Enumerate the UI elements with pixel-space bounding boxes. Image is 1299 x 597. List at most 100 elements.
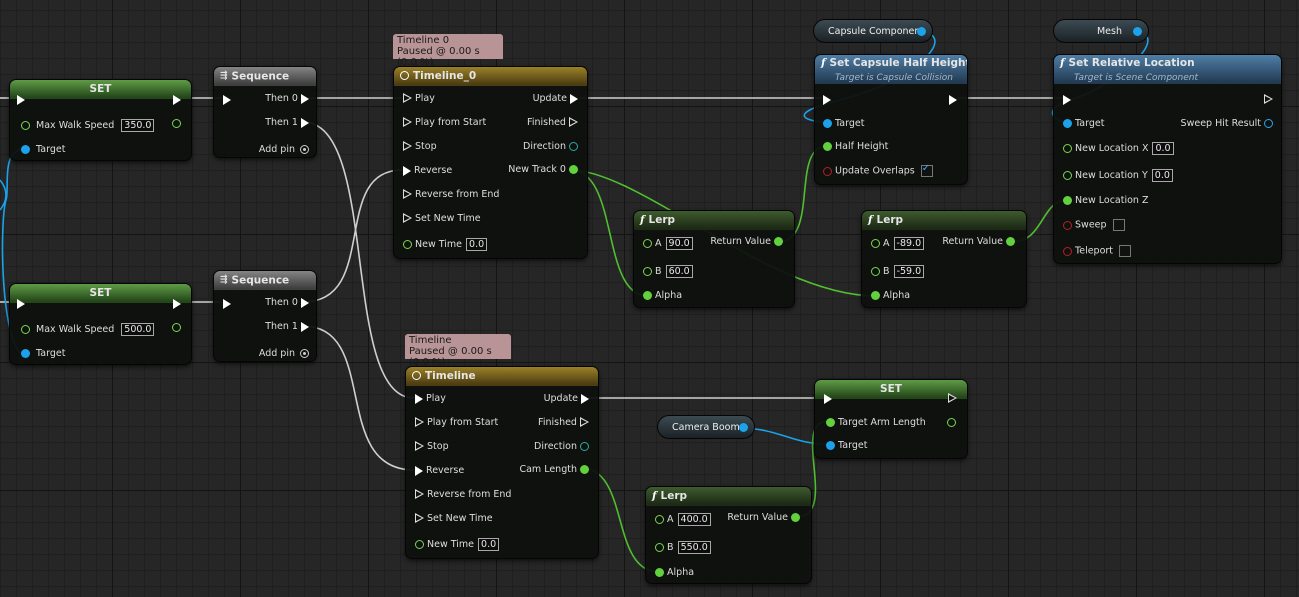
play-pin[interactable]: Play [415,393,446,405]
capsule-component-reference[interactable]: Capsule Component [813,19,933,43]
update-pin[interactable]: Update [544,393,589,405]
float-pin-icon[interactable] [871,239,880,248]
new-time-pin[interactable]: New Time 0.0 [403,238,488,251]
add-pin-button[interactable]: Add pin [259,348,309,360]
a-input[interactable]: 90.0 [665,237,693,250]
a-input[interactable]: 400.0 [677,513,711,526]
sequence-node[interactable]: ⇶ Sequence Then 0 Then 1 Add pin [213,270,317,362]
target-pin[interactable]: Target [826,440,867,452]
sweep-checkbox[interactable] [1112,219,1125,231]
float-pin-icon[interactable] [21,121,30,130]
mesh-reference[interactable]: Mesh [1053,19,1149,43]
return-value-pin[interactable]: Return Value [727,512,800,524]
sweep-pin[interactable]: Sweep [1063,219,1125,232]
alpha-pin[interactable]: Alpha [871,290,910,302]
set-target-arm-length-node[interactable]: SET Target Arm Length Target [814,379,968,459]
target-arm-length-pin[interactable]: Target Arm Length [826,417,926,429]
exec-out-pin[interactable] [173,94,181,106]
teleport-pin[interactable]: Teleport [1063,245,1132,258]
exec-in-pin[interactable] [823,94,831,106]
exec-out-pin[interactable] [949,94,957,106]
new-time-input[interactable]: 0.0 [478,538,500,551]
then-1-pin[interactable]: Then 1 [265,321,309,333]
a-input[interactable]: -89.0 [893,237,925,250]
exec-in-pin[interactable] [17,94,25,106]
set-relative-location-node[interactable]: f Set Relative Location Target is Scene Co… [1053,54,1282,264]
finished-pin[interactable]: Finished [538,417,589,429]
float-pin-icon[interactable] [643,267,652,276]
direction-pin[interactable]: Direction [534,441,589,453]
then-0-pin[interactable]: Then 0 [265,93,309,105]
exec-in-pin[interactable] [223,298,231,310]
half-height-pin[interactable]: Half Height [823,141,888,153]
target-arm-length-out-pin[interactable] [947,417,956,429]
float-pin-icon[interactable] [871,267,880,276]
float-pin-icon[interactable] [1063,144,1072,153]
set-new-time-pin[interactable]: Set New Time [403,213,481,225]
float-pin-icon[interactable] [643,239,652,248]
set-new-time-pin[interactable]: Set New Time [415,513,493,525]
alpha-pin[interactable]: Alpha [643,290,682,302]
b-input[interactable]: 550.0 [677,541,711,554]
cam-length-pin[interactable]: Cam Length [519,464,589,476]
max-walk-speed-input[interactable]: 350.0 [121,119,155,132]
camera-boom-reference[interactable]: Camera Boom [657,415,755,439]
new-time-pin[interactable]: New Time 0.0 [415,538,500,551]
exec-in-pin[interactable] [1063,94,1071,106]
target-pin[interactable]: Target [1063,118,1104,130]
play-from-start-pin[interactable]: Play from Start [403,117,486,129]
exec-in-pin[interactable] [17,298,25,310]
alpha-pin[interactable]: Alpha [655,567,694,579]
timeline-0-node[interactable]: Timeline_0 Play Play from Start Stop Rev… [393,66,588,259]
sweep-hit-result-pin[interactable]: Sweep Hit Result [1181,118,1273,130]
lerp-node[interactable]: f Lerp A -89.0 B -59.0 Alpha Return Value [861,210,1027,308]
reverse-from-end-pin[interactable]: Reverse from End [403,189,499,201]
exec-out-pin[interactable] [948,393,957,405]
exec-in-pin[interactable] [223,94,231,106]
set-max-walk-speed-node[interactable]: SET Max Walk Speed 350.0 Target [9,79,192,161]
teleport-checkbox[interactable] [1119,245,1132,257]
new-track-0-pin[interactable]: New Track 0 [508,164,578,176]
add-pin-button[interactable]: Add pin [259,144,309,156]
new-location-x-input[interactable]: 0.0 [1152,142,1174,155]
target-pin[interactable]: Target [823,118,864,130]
max-walk-speed-input[interactable]: 500.0 [121,323,155,336]
finished-pin[interactable]: Finished [527,117,578,129]
reverse-pin[interactable]: Reverse [403,165,452,177]
exec-out-pin[interactable] [173,298,181,310]
b-input[interactable]: -59.0 [893,265,925,278]
update-overlaps-checkbox[interactable] [920,163,933,177]
lerp-node[interactable]: f Lerp A 90.0 B 60.0 Alpha Return Value [633,210,795,308]
lerp-node[interactable]: f Lerp A 400.0 B 550.0 Alpha Return Value [645,486,812,584]
object-pin-icon[interactable] [21,349,30,358]
return-value-pin[interactable]: Return Value [942,236,1015,248]
then-0-pin[interactable]: Then 0 [265,297,309,309]
b-input[interactable]: 60.0 [665,265,693,278]
exec-in-pin[interactable] [824,393,832,405]
timeline-node[interactable]: Timeline Play Play from Start Stop Rever… [405,366,599,559]
max-walk-speed-out-pin[interactable] [172,118,181,130]
exec-out-pin[interactable] [1264,94,1273,106]
update-overlaps-pin[interactable]: Update Overlaps [823,163,933,178]
then-1-pin[interactable]: Then 1 [265,117,309,129]
max-walk-speed-out-pin[interactable] [172,322,181,334]
sequence-node[interactable]: ⇶ Sequence Then 0 Then 1 Add pin [213,66,317,158]
object-pin-icon[interactable] [21,145,30,154]
float-pin-icon[interactable] [21,325,30,334]
play-from-start-pin[interactable]: Play from Start [415,417,498,429]
new-location-y-input[interactable]: 0.0 [1151,169,1173,182]
stop-pin[interactable]: Stop [403,141,437,153]
stop-pin[interactable]: Stop [415,441,449,453]
float-pin-icon[interactable] [655,543,664,552]
new-location-z-pin[interactable]: New Location Z [1063,195,1148,207]
return-value-pin[interactable]: Return Value [710,236,783,248]
set-max-walk-speed-node[interactable]: SET Max Walk Speed 500.0 Target [9,283,192,365]
float-pin-icon[interactable] [1063,171,1072,180]
reverse-pin[interactable]: Reverse [415,465,464,477]
set-capsule-half-height-node[interactable]: f Set Capsule Half Height Target is Capsul… [814,54,968,185]
direction-pin[interactable]: Direction [523,141,578,153]
float-pin-icon[interactable] [655,515,664,524]
update-pin[interactable]: Update [533,93,578,105]
reverse-from-end-pin[interactable]: Reverse from End [415,489,511,501]
play-pin[interactable]: Play [403,93,435,105]
